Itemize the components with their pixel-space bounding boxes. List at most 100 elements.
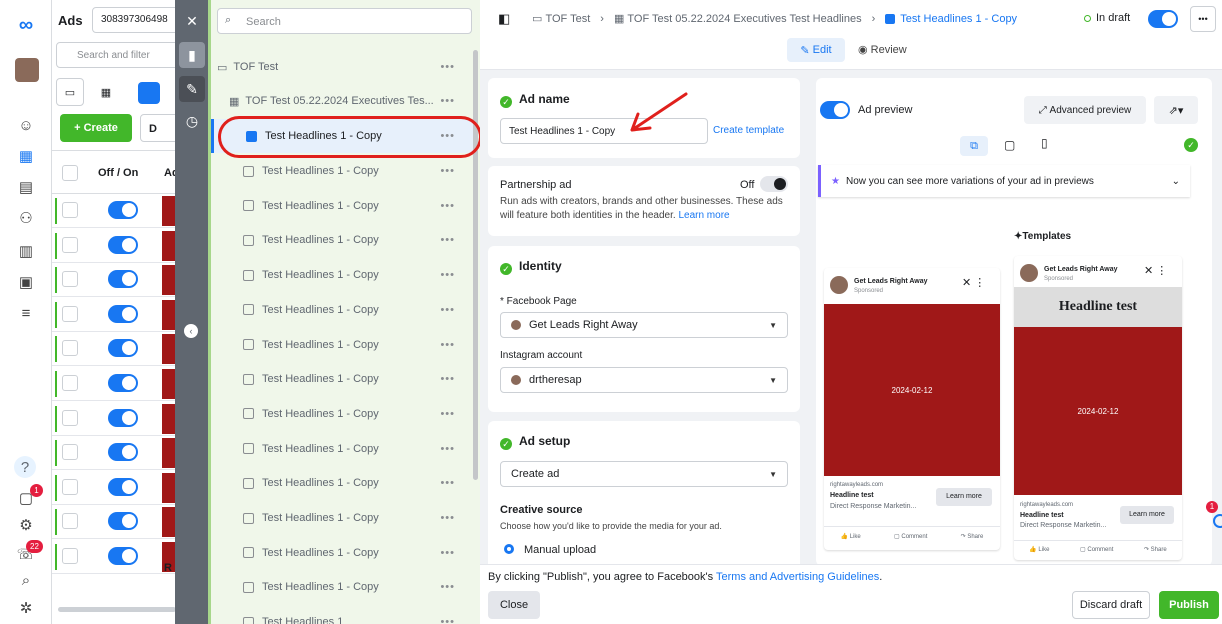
select-all-checkbox[interactable] (62, 165, 78, 181)
folder-icon[interactable]: ▭ (56, 78, 84, 106)
create-template-link[interactable]: Create template (713, 125, 784, 136)
close-icon[interactable]: ✕ ⋮ (962, 276, 985, 289)
tree-ad-row[interactable]: Test Headlines 1 - Copy ••• (211, 362, 477, 396)
more-icon[interactable]: ••• (440, 408, 455, 420)
meta-logo-icon[interactable]: ∞ (14, 14, 38, 36)
create-button[interactable]: + Create (60, 114, 132, 142)
terms-link[interactable]: Terms and Advertising Guidelines (716, 571, 879, 583)
ad-table-row[interactable] (52, 540, 175, 574)
share-action[interactable]: ↷ Share (961, 533, 984, 540)
row-toggle[interactable] (108, 339, 138, 358)
more-icon[interactable]: ••• (440, 304, 455, 316)
more-icon[interactable]: ••• (440, 616, 455, 624)
tab-review[interactable]: ◉ Review (858, 43, 907, 56)
close-icon[interactable]: ✕ (179, 8, 205, 34)
more-icon[interactable]: ••• (440, 200, 455, 212)
more-icon[interactable]: ••• (440, 373, 455, 385)
row-checkbox[interactable] (62, 305, 78, 322)
row-toggle[interactable] (108, 374, 138, 392)
more-icon[interactable]: ••• (440, 477, 455, 489)
ad-table-row[interactable] (52, 298, 175, 332)
duplicate-button[interactable]: D (140, 114, 175, 142)
ad-table-row[interactable] (52, 229, 175, 263)
tree-ad-row[interactable]: Test Headlines 1 - Copy ••• (211, 536, 477, 570)
row-toggle[interactable] (108, 304, 138, 323)
ad-table-row[interactable] (52, 471, 175, 505)
row-toggle[interactable] (108, 512, 138, 531)
close-icon[interactable]: ✕ ⋮ (1144, 264, 1167, 277)
breadcrumb-ad[interactable]: Test Headlines 1 - Copy (900, 13, 1017, 25)
ad-table-row[interactable] (52, 367, 175, 401)
tree-ad-row[interactable]: Test Headlines 1 - Copy ••• (211, 293, 477, 327)
more-icon[interactable]: ••• (440, 581, 455, 593)
instagram-select[interactable]: drtheresap ▼ (500, 367, 788, 393)
close-button[interactable]: Close (488, 591, 540, 619)
more-icon[interactable]: ••• (440, 165, 455, 177)
share-preview-button[interactable]: ⇗▾ (1154, 96, 1198, 124)
tree-ad-row[interactable]: Test Headlines 1 - Copy ••• (211, 189, 477, 223)
row-checkbox[interactable] (62, 513, 78, 530)
comment-action[interactable]: ▢ Comment (1080, 546, 1113, 553)
search-icon[interactable]: ⌕ (14, 569, 38, 591)
learn-more-link[interactable]: Learn more (678, 210, 729, 221)
ad-table-row[interactable] (52, 194, 175, 228)
tree-ad-row[interactable]: Test Headlines 1 - Copy ••• (211, 223, 477, 257)
settings-icon[interactable]: ⚙ (14, 514, 38, 536)
tree-ad-row[interactable]: Test Headlines 1 - Copy ••• (211, 466, 477, 500)
more-icon[interactable]: ••• (440, 269, 455, 281)
tab-edit[interactable]: ✎ Edit (787, 38, 845, 62)
row-toggle[interactable] (108, 408, 138, 427)
device-mobile-icon[interactable]: ▯ (1041, 136, 1048, 150)
facebook-page-select[interactable]: Get Leads Right Away ▼ (500, 312, 788, 338)
row-checkbox[interactable] (62, 236, 78, 253)
ad-table-row[interactable] (52, 436, 175, 471)
more-icon[interactable]: ••• (440, 547, 455, 559)
learn-more-button[interactable]: Learn more (1120, 506, 1174, 524)
more-options-button[interactable]: ••• (1190, 6, 1216, 32)
edit-pencil-icon[interactable]: ✎ (179, 76, 205, 102)
row-checkbox[interactable] (62, 271, 78, 288)
ad-table-row[interactable] (52, 263, 175, 298)
pages-icon[interactable]: ▣ (14, 271, 38, 293)
row-toggle[interactable] (108, 547, 138, 565)
tree-ad-row[interactable]: Test Headlines 1 - Copy ••• (211, 501, 477, 535)
row-toggle[interactable] (108, 235, 138, 254)
breadcrumb-campaign[interactable]: TOF Test (545, 13, 590, 25)
campaign-icon[interactable]: ▤ (14, 176, 38, 198)
discard-draft-button[interactable]: Discard draft (1072, 591, 1150, 619)
variations-banner[interactable]: ★ Now you can see more variations of your… (818, 165, 1190, 197)
row-checkbox[interactable] (62, 548, 78, 564)
tree-ad-row[interactable]: Test Headlines 1 ••• (211, 605, 477, 624)
publish-button[interactable]: Publish (1159, 591, 1219, 619)
row-checkbox[interactable] (62, 202, 78, 218)
row-toggle[interactable] (108, 477, 138, 496)
like-action[interactable]: 👍 Like (841, 533, 861, 540)
row-checkbox[interactable] (62, 375, 78, 391)
help-bubble-icon[interactable] (1213, 514, 1222, 528)
avatar[interactable] (15, 58, 39, 82)
more-icon[interactable]: ••• (440, 95, 455, 107)
share-action[interactable]: ↷ Share (1144, 546, 1167, 553)
bug-icon[interactable]: ✲ (14, 597, 38, 619)
manual-upload-radio[interactable] (504, 544, 514, 554)
ad-setup-select[interactable]: Create ad ▼ (500, 461, 788, 487)
table-icon[interactable]: ▦ (14, 145, 38, 167)
row-toggle[interactable] (108, 443, 138, 462)
learn-more-button[interactable]: Learn more (936, 488, 992, 506)
device-all-icon[interactable]: ⧉ (960, 136, 988, 156)
stats-icon[interactable]: ▮ (179, 42, 205, 68)
history-icon[interactable]: ◷ (179, 108, 205, 134)
ad-preview-toggle[interactable] (820, 101, 850, 119)
more-icon[interactable]: ••• (440, 61, 455, 73)
panel-toggle-icon[interactable]: ◧ (498, 11, 510, 27)
partnership-toggle[interactable] (760, 176, 788, 192)
comment-action[interactable]: ▢ Comment (894, 533, 927, 540)
more-icon[interactable]: ••• (440, 339, 455, 351)
advanced-preview-button[interactable]: ⤢ Advanced preview (1024, 96, 1146, 124)
ads-level-icon[interactable] (138, 82, 160, 104)
row-checkbox[interactable] (62, 340, 78, 357)
row-toggle[interactable] (108, 270, 138, 289)
breadcrumb-adset[interactable]: TOF Test 05.22.2024 Executives Test Head… (627, 13, 861, 25)
publish-toggle[interactable] (1148, 10, 1178, 28)
horizontal-scrollbar[interactable] (58, 607, 175, 612)
